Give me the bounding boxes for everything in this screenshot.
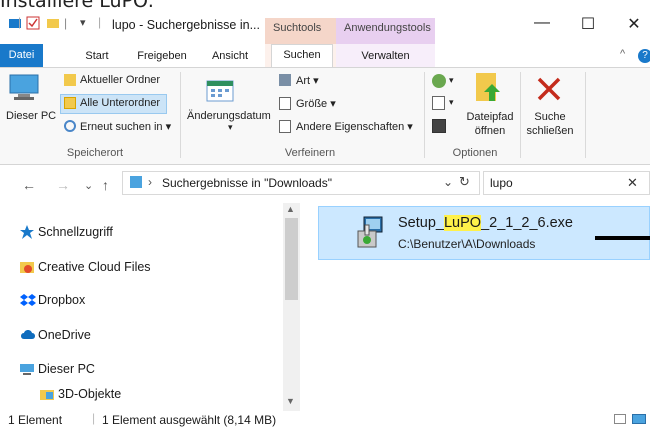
close-button[interactable]: ✕ bbox=[612, 14, 650, 36]
context-tab-suchtools[interactable]: Suchtools bbox=[265, 18, 336, 44]
open-file-location-icon bbox=[474, 72, 504, 107]
group-label-optionen: Optionen bbox=[452, 147, 498, 159]
installer-icon bbox=[356, 215, 386, 252]
annotation-line bbox=[595, 236, 650, 240]
divider: | bbox=[98, 15, 102, 29]
subfolders-icon bbox=[64, 97, 76, 109]
art-button[interactable]: Art ▾ bbox=[296, 74, 319, 87]
properties-icon bbox=[279, 120, 291, 133]
kind-icon bbox=[279, 74, 291, 86]
group-label-speicherort: Speicherort bbox=[66, 147, 124, 159]
star-icon bbox=[20, 225, 34, 239]
nav-item-schnellzugriff[interactable]: Schnellzugriff bbox=[38, 225, 113, 239]
page-heading: Installiere LuPO: bbox=[0, 0, 155, 12]
pc-icon bbox=[8, 73, 40, 106]
search-highlight: LuPO bbox=[443, 215, 482, 231]
group-separator bbox=[180, 72, 181, 158]
search-value[interactable]: lupo bbox=[490, 176, 513, 190]
address-dropdown-icon[interactable]: ⌄ bbox=[443, 175, 453, 189]
chevron-down-icon: ▾ bbox=[449, 97, 454, 107]
divider: | bbox=[64, 16, 68, 30]
window-title: lupo - Suchergebnisse in... bbox=[112, 18, 261, 32]
dieser-pc-button[interactable]: Dieser PC bbox=[6, 110, 56, 122]
divider: | bbox=[92, 411, 96, 425]
divider: | bbox=[18, 15, 22, 29]
tab-verwalten[interactable]: Verwalten bbox=[336, 46, 435, 68]
tab-start[interactable]: Start bbox=[77, 46, 117, 68]
refresh-icon[interactable]: ↻ bbox=[459, 174, 470, 190]
suche-schliessen-button[interactable]: Suche schließen bbox=[523, 110, 577, 138]
dateipfad-oeffnen-button[interactable]: Dateipfad öffnen bbox=[462, 110, 518, 138]
scrollbar-thumb[interactable] bbox=[285, 218, 298, 300]
breadcrumb[interactable]: Suchergebnisse in "Downloads" bbox=[162, 176, 332, 190]
minimize-button[interactable]: — bbox=[520, 14, 564, 36]
calendar-icon bbox=[206, 80, 234, 105]
groesse-button[interactable]: Größe ▾ bbox=[296, 97, 336, 110]
clear-search-icon[interactable]: ✕ bbox=[627, 175, 638, 191]
scroll-down-icon[interactable]: ▼ bbox=[286, 396, 295, 406]
result-file-name[interactable]: Setup_LuPO_2_1_2_6.exe bbox=[398, 215, 573, 231]
maximize-button[interactable]: ☐ bbox=[566, 14, 610, 36]
status-selection: 1 Element ausgewählt (8,14 MB) bbox=[102, 413, 277, 427]
recent-locations-button[interactable]: ⌄ bbox=[84, 179, 93, 192]
nav-item-creative-cloud-files[interactable]: Creative Cloud Files bbox=[38, 260, 151, 274]
nav-item-dieser-pc[interactable]: Dieser PC bbox=[38, 362, 95, 376]
tab-ansicht[interactable]: Ansicht bbox=[204, 46, 256, 68]
tab-datei[interactable]: Datei bbox=[0, 44, 43, 68]
properties-icon[interactable] bbox=[26, 16, 40, 30]
close-search-icon bbox=[536, 76, 562, 105]
aenderungsdatum-button[interactable]: Änderungsdatum bbox=[187, 110, 271, 122]
collapse-ribbon-icon[interactable]: ^ bbox=[620, 48, 625, 60]
up-button[interactable]: ↑ bbox=[102, 177, 109, 193]
creative-cloud-icon bbox=[20, 260, 34, 274]
group-label-verfeinern: Verfeinern bbox=[284, 147, 336, 159]
andere-eigenschaften-button[interactable]: Andere Eigenschaften ▾ bbox=[296, 120, 413, 133]
alle-unterordner-button[interactable]: Alle Unterordner bbox=[80, 97, 160, 109]
nav-item-3d-objekte[interactable]: 3D-Objekte bbox=[58, 387, 121, 401]
group-separator bbox=[424, 72, 425, 158]
new-folder-icon[interactable] bbox=[46, 16, 60, 30]
dropbox-icon bbox=[20, 293, 36, 307]
back-button[interactable]: ← bbox=[22, 177, 36, 193]
status-count: 1 Element bbox=[8, 413, 63, 427]
cloud-icon bbox=[20, 328, 35, 342]
tab-suchen[interactable]: Suchen bbox=[271, 44, 333, 68]
breadcrumb-chevron-icon[interactable]: › bbox=[148, 175, 152, 189]
size-icon bbox=[279, 97, 291, 110]
advanced-options-icon[interactable] bbox=[432, 96, 445, 110]
group-separator bbox=[520, 72, 521, 158]
search-results-icon bbox=[130, 176, 142, 188]
help-icon[interactable]: ? bbox=[638, 49, 650, 63]
chevron-down-icon: ▾ bbox=[228, 122, 233, 132]
scroll-up-icon[interactable]: ▲ bbox=[286, 204, 295, 214]
tab-freigeben[interactable]: Freigeben bbox=[133, 46, 191, 68]
result-file-path: C:\Benutzer\A\Downloads bbox=[398, 237, 536, 251]
aktueller-ordner-button[interactable]: Aktueller Ordner bbox=[80, 74, 160, 86]
tiles-view-icon[interactable] bbox=[632, 414, 646, 424]
search-again-icon bbox=[64, 120, 76, 132]
status-bar bbox=[0, 411, 650, 428]
nav-item-dropbox[interactable]: Dropbox bbox=[38, 293, 85, 307]
cube-folder-icon bbox=[40, 387, 54, 401]
group-separator bbox=[585, 72, 586, 158]
chevron-down-icon: ▾ bbox=[449, 75, 454, 85]
pc-icon bbox=[20, 362, 34, 376]
nav-item-onedrive[interactable]: OneDrive bbox=[38, 328, 91, 342]
recent-searches-icon[interactable] bbox=[432, 74, 446, 88]
qa-dropdown-icon[interactable]: ▾ bbox=[80, 16, 86, 29]
save-search-icon[interactable] bbox=[432, 119, 446, 133]
folder-icon bbox=[64, 74, 76, 86]
forward-button[interactable]: → bbox=[56, 177, 70, 193]
erneut-suchen-button[interactable]: Erneut suchen in ▾ bbox=[80, 120, 171, 133]
details-view-icon[interactable] bbox=[614, 414, 626, 424]
context-tab-anwendungstools[interactable]: Anwendungstools bbox=[336, 18, 435, 44]
